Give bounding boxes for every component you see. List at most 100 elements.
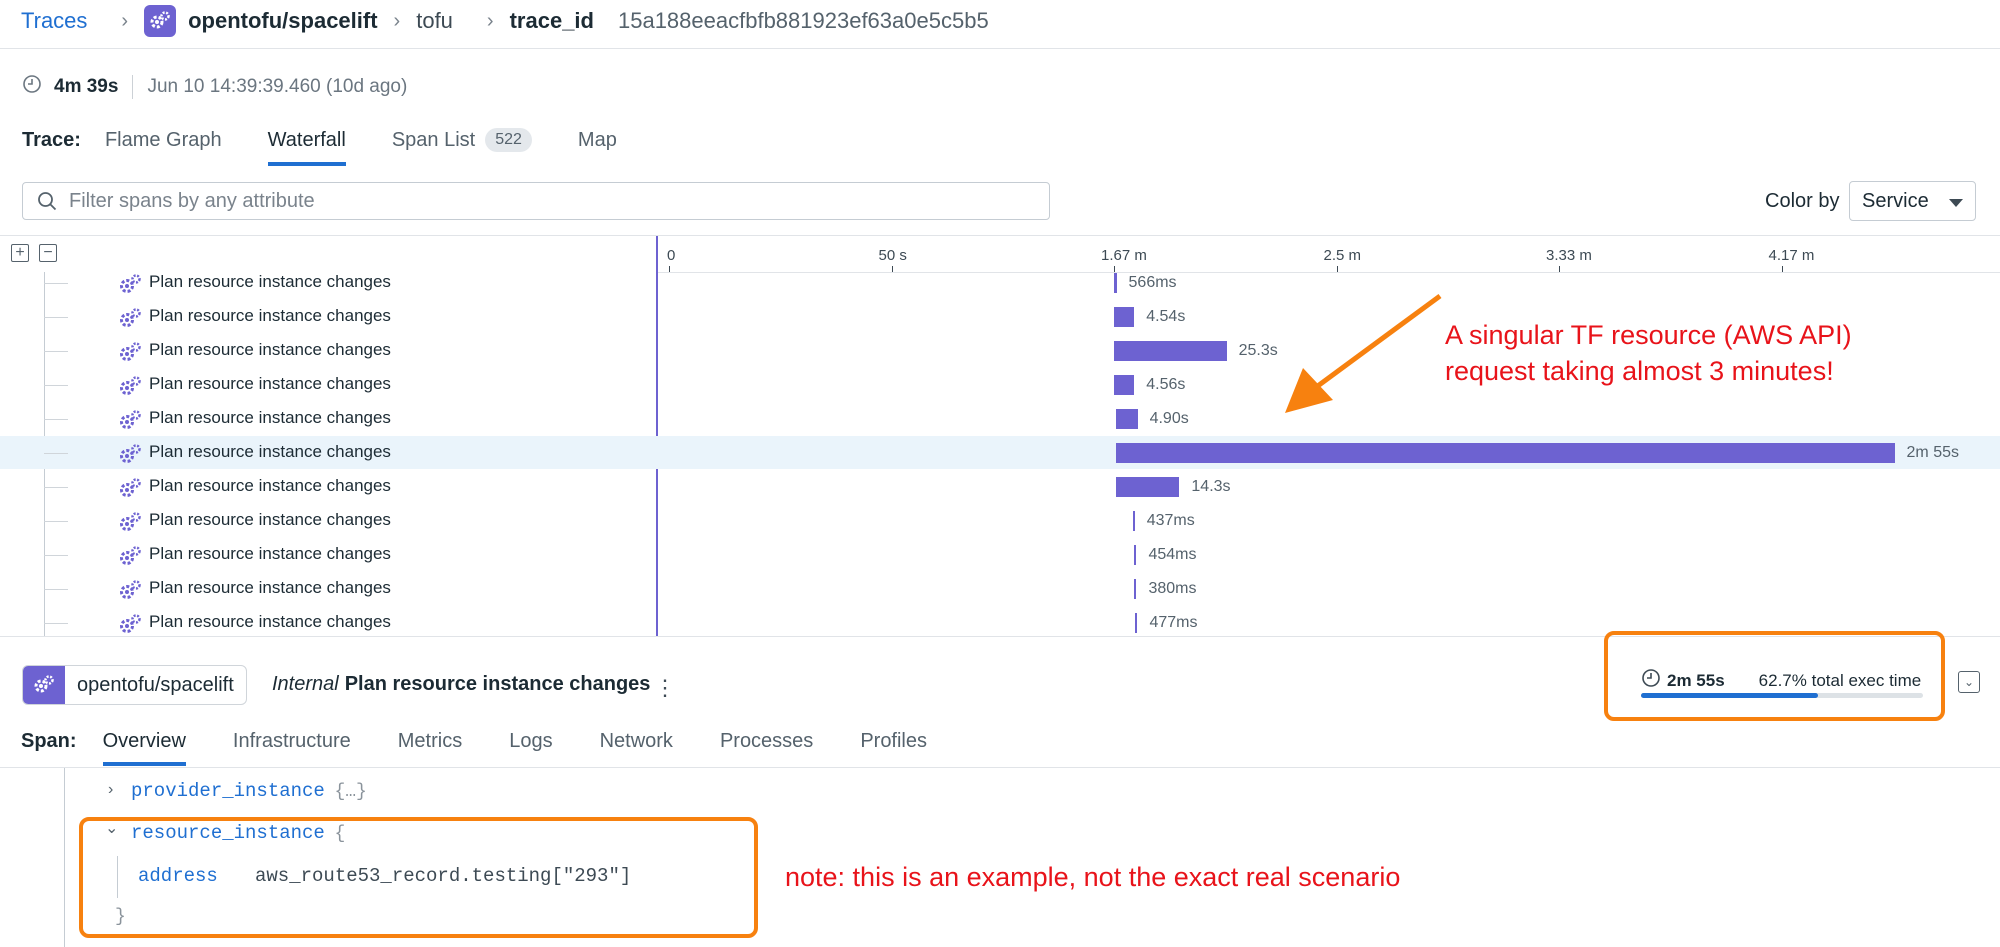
- trace-start-time: Jun 10 14:39:39.460 (10d ago): [147, 76, 408, 97]
- clock-icon: [22, 74, 42, 100]
- tab-metrics[interactable]: Metrics: [398, 730, 462, 753]
- tree-connector: [44, 555, 68, 556]
- span-duration-bar[interactable]: [1132, 511, 1135, 531]
- tab-map[interactable]: Map: [578, 129, 617, 152]
- tree-connector: [44, 385, 68, 386]
- attr-address-key: address: [138, 865, 218, 887]
- tab-logs[interactable]: Logs: [509, 730, 552, 753]
- tab-waterfall[interactable]: Waterfall: [267, 129, 347, 166]
- span-row[interactable]: Plan resource instance changes: [0, 436, 656, 470]
- chevron-right-icon: ›: [486, 9, 494, 32]
- tab-processes[interactable]: Processes: [720, 730, 813, 753]
- span-duration-bar[interactable]: [1114, 341, 1227, 361]
- trace-view-tabs: Trace: Flame Graph Waterfall Span List 52…: [22, 128, 663, 166]
- span-duration-label: 4.90s: [1149, 410, 1189, 427]
- span-duration-label: 380ms: [1148, 580, 1197, 597]
- trace-id-value: 15a188eeacfbfb881923ef63a0e5c5b5: [617, 8, 989, 33]
- collapse-panel-icon[interactable]: ⌄: [1958, 671, 1980, 693]
- span-row-name: Plan resource instance changes: [149, 578, 391, 597]
- clock-icon: [1641, 668, 1661, 693]
- span-duration-label: 25.3s: [1238, 342, 1278, 359]
- axis-tick-label: 4.17 m: [1768, 247, 1815, 264]
- tree-connector: [44, 487, 68, 488]
- span-service-pill[interactable]: opentofu/spacelift: [22, 665, 247, 705]
- divider: [132, 75, 134, 99]
- service-gears-icon: [118, 273, 142, 300]
- breadcrumb-operation[interactable]: tofu: [416, 8, 453, 34]
- attr-address-value[interactable]: aws_route53_record.testing["293"]: [255, 865, 631, 887]
- attr-provider-instance[interactable]: provider_instance {…}: [131, 780, 367, 802]
- attr-collapsed: {…}: [334, 782, 367, 802]
- span-row[interactable]: Plan resource instance changes: [0, 300, 656, 334]
- collapse-all-icon[interactable]: −: [39, 244, 57, 262]
- attr-open-brace: {: [334, 824, 346, 844]
- span-tabs-label: Span:: [21, 730, 77, 752]
- axis-tick-label: 3.33 m: [1546, 247, 1592, 264]
- span-row-name: Plan resource instance changes: [149, 340, 391, 359]
- span-count-badge: 522: [485, 128, 532, 152]
- tab-flame-graph[interactable]: Flame Graph: [105, 129, 222, 152]
- span-duration-label: 2m 55s: [1906, 444, 1959, 461]
- chevron-down-icon[interactable]: ⌄: [105, 818, 118, 838]
- attr-resource-instance[interactable]: resource_instance {: [131, 822, 345, 844]
- span-row-name: Plan resource instance changes: [149, 510, 391, 529]
- span-duration-bar[interactable]: [1115, 443, 1895, 463]
- span-row-name: Plan resource instance changes: [149, 442, 391, 461]
- span-duration-label: 454ms: [1148, 546, 1197, 563]
- tab-overview[interactable]: Overview: [102, 730, 187, 766]
- tree-connector: [44, 351, 68, 352]
- trace-summary: 4m 39s Jun 10 14:39:39.460 (10d ago): [22, 74, 407, 100]
- trace-duration: 4m 39s: [54, 76, 119, 97]
- tree-connector: [44, 317, 68, 318]
- tree-connector: [44, 453, 68, 454]
- annotation-note: note: this is an example, not the exact …: [785, 862, 1401, 892]
- tab-span-list[interactable]: Span List 522: [392, 128, 532, 152]
- span-row[interactable]: Plan resource instance changes: [0, 504, 656, 538]
- exec-time-progress: [1641, 693, 1923, 698]
- exec-time-progress-fill: [1641, 693, 1818, 698]
- breadcrumb: Traces › opentofu/spacelift › tofu › tra…: [21, 0, 989, 42]
- span-filter-input[interactable]: [67, 188, 1049, 214]
- span-row[interactable]: Plan resource instance changes: [0, 606, 656, 640]
- span-duration: 2m 55s: [1667, 670, 1725, 690]
- tab-infrastructure[interactable]: Infrastructure: [233, 730, 351, 753]
- span-row[interactable]: Plan resource instance changes: [0, 334, 656, 368]
- chevron-right-icon: ›: [393, 9, 401, 32]
- span-row[interactable]: Plan resource instance changes: [0, 402, 656, 436]
- tab-profiles[interactable]: Profiles: [860, 730, 927, 753]
- tree-connector: [44, 589, 68, 590]
- span-row-name: Plan resource instance changes: [149, 612, 391, 631]
- service-gears-icon: [118, 341, 142, 368]
- service-gears-icon: [118, 375, 142, 402]
- span-row[interactable]: Plan resource instance changes: [0, 368, 656, 402]
- span-row[interactable]: Plan resource instance changes: [0, 572, 656, 606]
- span-duration-bar[interactable]: [1115, 477, 1180, 497]
- span-duration-bar[interactable]: [1115, 409, 1138, 429]
- span-row[interactable]: Plan resource instance changes: [0, 538, 656, 572]
- breadcrumb-traces-link[interactable]: Traces: [21, 8, 87, 34]
- chevron-right-icon[interactable]: ›: [108, 781, 113, 799]
- expand-all-icon[interactable]: +: [11, 244, 29, 262]
- span-row-name: Plan resource instance changes: [149, 476, 391, 495]
- span-row[interactable]: Plan resource instance changes: [0, 266, 656, 300]
- span-row[interactable]: Plan resource instance changes: [0, 470, 656, 504]
- color-by-label: Color by: [1765, 190, 1840, 212]
- span-duration-label: 566ms: [1128, 274, 1177, 291]
- span-duration-bar[interactable]: [1134, 579, 1137, 599]
- service-gears-icon: [118, 511, 142, 538]
- span-duration-bar[interactable]: [1135, 613, 1138, 633]
- tab-network[interactable]: Network: [600, 730, 673, 753]
- span-duration-bar[interactable]: [1114, 375, 1135, 395]
- tree-connector: [44, 521, 68, 522]
- more-options-icon[interactable]: ⋮: [654, 675, 676, 701]
- span-filter: [22, 182, 1050, 220]
- color-by-select[interactable]: Service: [1849, 181, 1976, 221]
- service-gears-icon: [118, 443, 142, 470]
- span-duration-bar[interactable]: [1134, 545, 1137, 565]
- tree-connector: [44, 283, 68, 284]
- span-duration-bar[interactable]: [1114, 273, 1117, 293]
- span-duration-bar[interactable]: [1114, 307, 1135, 327]
- axis-tick-mark: [1114, 266, 1115, 272]
- breadcrumb-service[interactable]: opentofu/spacelift: [188, 8, 377, 34]
- service-gears-icon: [118, 409, 142, 436]
